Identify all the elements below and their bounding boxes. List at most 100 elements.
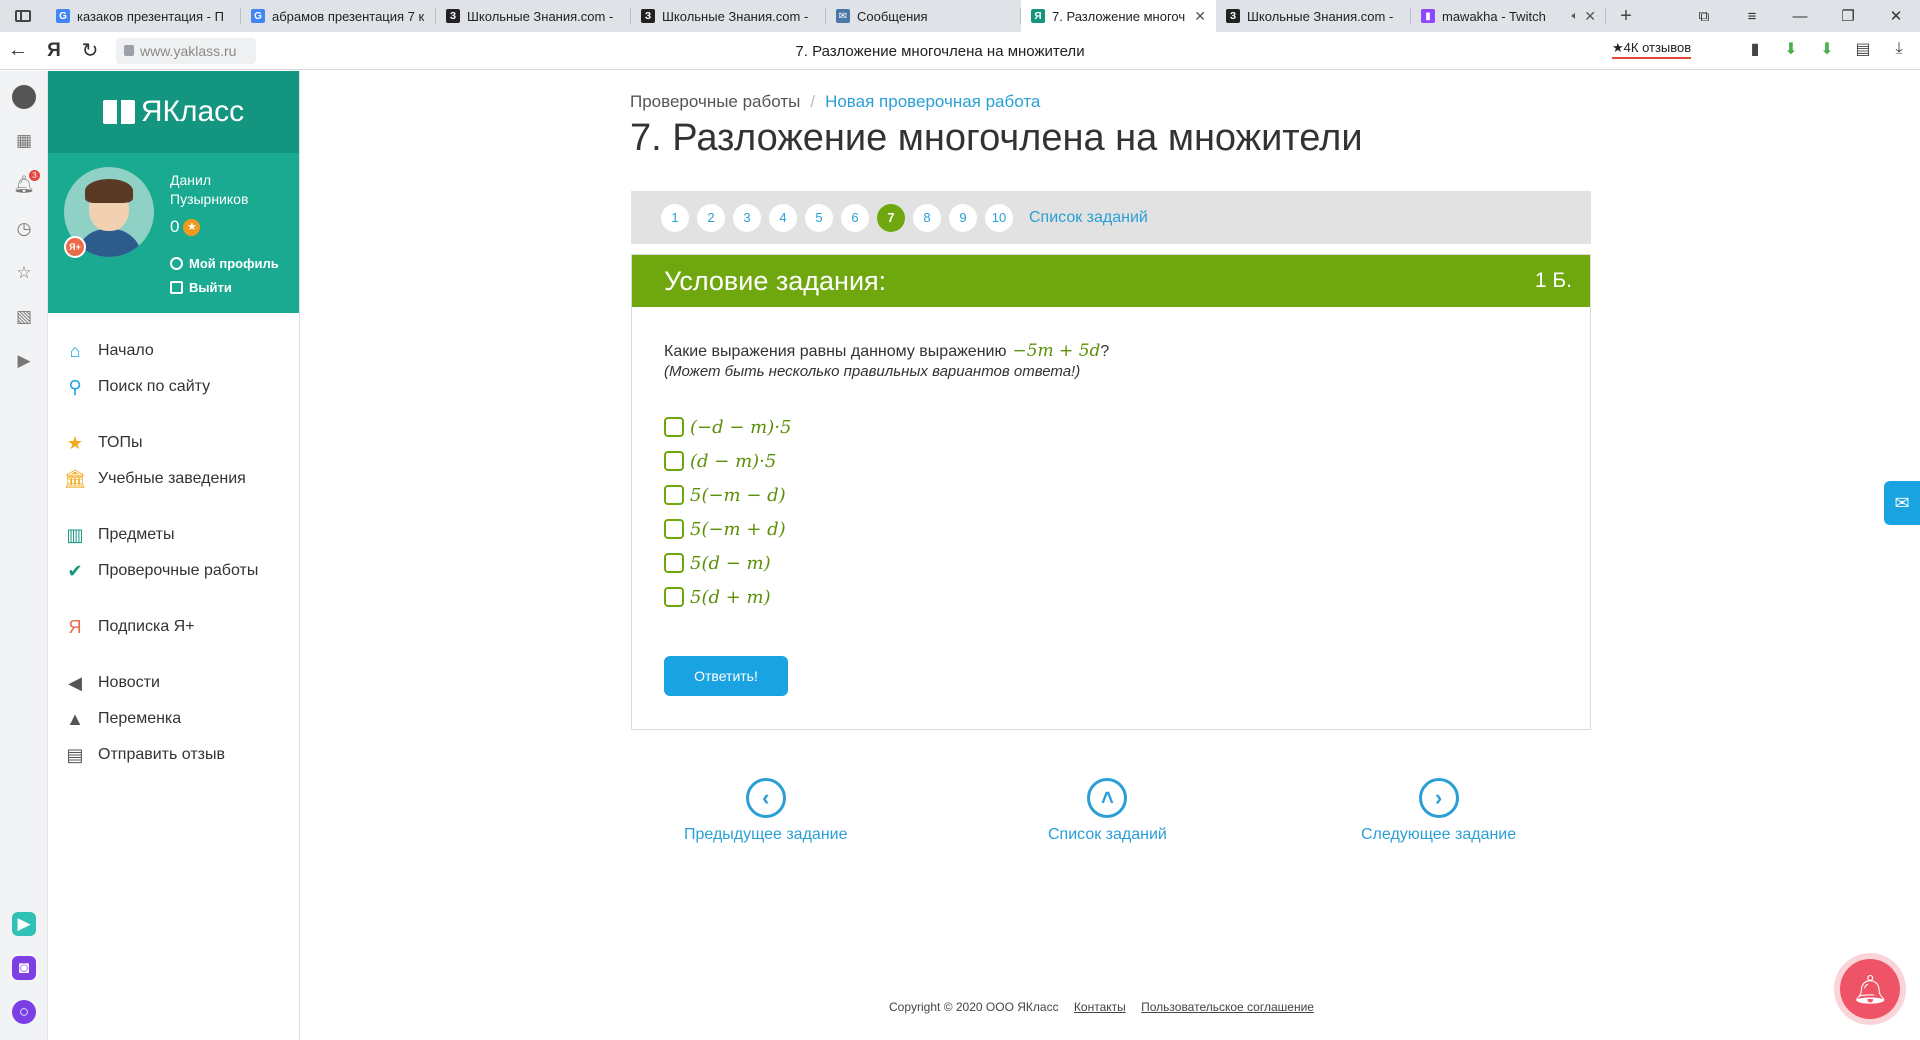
yandex-logo-button[interactable]: Я [36,32,72,70]
page-number-button[interactable]: 8 [913,203,941,232]
browser-tab[interactable]: З Школьные Знания.com - [436,0,631,32]
page-number-button[interactable]: 9 [949,203,977,232]
sidebar-item[interactable]: ◀ Новости [48,665,299,701]
video-icon[interactable]: ▶ [12,349,36,373]
user-agreement-link[interactable]: Пользовательское соглашение [1141,1000,1314,1014]
option-checkbox[interactable] [664,519,684,539]
browser-tab[interactable]: ▮ mawakha - Twitch 🔈︎ ✕ [1411,0,1606,32]
download-arrow-icon[interactable]: ⬇ [1780,38,1802,60]
browser-tab[interactable]: З Школьные Знания.com - [1216,0,1411,32]
breadcrumb-parent[interactable]: Проверочные работы [630,92,800,111]
sidebar-item[interactable]: ⌂ Начало [48,333,299,369]
my-profile-label: Мой профиль [189,256,279,271]
close-tab-icon[interactable]: ✕ [1194,8,1206,25]
page-number-button[interactable]: 7 [877,203,905,232]
page-number-button[interactable]: 3 [733,203,761,232]
answer-option[interactable]: (−d − m)·5 [664,410,1558,444]
question-end: ? [1100,343,1110,360]
notification-bell-button[interactable]: 🔔︎ [1840,959,1900,1019]
sidebar-item[interactable]: Я Подписка Я+ [48,609,299,645]
notifications-icon[interactable]: 🔔︎ 3 [12,170,40,197]
reload-button[interactable]: ↻ [72,32,108,70]
favicon-icon: ▮ [1421,9,1435,23]
sidebar-item[interactable]: ▤ Отправить отзыв [48,737,299,773]
sidebar-item[interactable]: ▲ Переменка [48,701,299,737]
sidebar-toggle-button[interactable] [0,0,46,32]
option-checkbox[interactable] [664,417,684,437]
extension-icon[interactable]: ⬇ [1816,38,1838,60]
contacts-link[interactable]: Контакты [1074,1000,1126,1014]
answer-option[interactable]: 5(d + m) [664,580,1558,614]
site-sidebar: ЯКласс Я+ Данил Пузырников 0 ★ Мой профи… [48,71,300,1040]
account-avatar[interactable] [12,85,36,109]
task-list-link[interactable]: Список заданий [1029,209,1148,227]
page-numbers: 1 2 3 4 5 6 7 8 9 10 [661,203,1021,232]
browser-tab[interactable]: З Школьные Знания.com - [631,0,826,32]
feedback-mail-button[interactable]: ✉ [1884,481,1920,525]
apps-grid-icon[interactable]: ▦ [12,129,36,153]
collections-icon[interactable]: ⧉ [1680,8,1728,25]
sidebar-item-label: Новости [98,674,160,691]
reader-icon[interactable]: ▤ [1852,38,1874,60]
new-tab-button[interactable]: + [1606,5,1646,28]
main-content: Проверочные работы / Новая проверочная раб… [300,71,1890,1040]
sidebar-item[interactable]: 🏛︎ Учебные заведения [48,461,299,497]
browser-tab[interactable]: ✉ Сообщения [826,0,1021,32]
page-number-button[interactable]: 4 [769,203,797,232]
option-checkbox[interactable] [664,451,684,471]
bookmark-icon[interactable]: ▮ [1744,38,1766,60]
messenger-app-icon[interactable]: ▶ [12,912,36,936]
yaklass-logo[interactable]: ЯКласс [48,71,299,153]
page-number-button[interactable]: 10 [985,203,1013,232]
history-icon[interactable]: ◷ [12,217,36,241]
previous-task-label: Предыдущее задание [684,826,848,843]
previous-task-link[interactable]: ‹ Предыдущее задание [684,778,847,844]
back-button[interactable]: ← [0,32,36,70]
music-app-icon[interactable]: ◙ [12,956,36,980]
my-profile-link[interactable]: Мой профиль [170,256,279,271]
page-number-button[interactable]: 1 [661,203,689,232]
browser-tab[interactable]: Gабрамов презентация 7 к [241,0,436,32]
page-number-button[interactable]: 5 [805,203,833,232]
tab-title: Сообщения [857,8,928,24]
page-number-button[interactable]: 6 [841,203,869,232]
answer-option[interactable]: 5(d − m) [664,546,1558,580]
chevron-right-icon: › [1418,778,1459,818]
menu-icon[interactable]: ≡ [1728,8,1776,25]
sidebar-item[interactable]: ✔ Проверочные работы [48,553,299,589]
collections-icon[interactable]: ▧ [12,305,36,329]
close-window-button[interactable]: ✕ [1872,7,1920,25]
sidebar-item-label: Поиск по сайту [98,378,211,395]
browser-tab[interactable]: Я 7. Разложение многоч ✕ [1021,0,1216,32]
task-card: Условие задания: 1 Б. Какие выражения ра… [631,254,1591,730]
browser-tab[interactable]: Gказаков презентация - П [46,0,241,32]
sidebar-item[interactable]: ⚲ Поиск по сайту [48,369,299,405]
logo-text: ЯКласс [140,95,245,128]
option-checkbox[interactable] [664,587,684,607]
logout-link[interactable]: Выйти [170,280,232,295]
option-checkbox[interactable] [664,485,684,505]
task-list-nav-link[interactable]: ˄ Список заданий [1048,778,1167,844]
option-checkbox[interactable] [664,553,684,573]
speaker-icon[interactable]: 🔈︎ [1572,10,1579,23]
page-number-button[interactable]: 2 [697,203,725,232]
favicon-icon: G [251,9,265,23]
next-task-link[interactable]: › Следующее задание [1361,778,1516,844]
close-tab-icon[interactable]: ✕ [1584,8,1596,25]
breadcrumb-current[interactable]: Новая проверочная работа [825,92,1040,111]
submit-answer-button[interactable]: Ответить! [664,656,788,696]
answer-option[interactable]: 5(−m − d) [664,478,1558,512]
alice-assistant-icon[interactable]: ○ [12,1000,36,1024]
restore-button[interactable]: ❐ [1824,7,1872,25]
minimize-button[interactable]: — [1776,8,1824,25]
answer-option[interactable]: 5(−m + d) [664,512,1558,546]
tab-strip: Gказаков презентация - П Gабрамов презент… [46,0,1606,32]
answer-option[interactable]: (d − m)·5 [664,444,1558,478]
sidebar-item[interactable]: ▥ Предметы [48,517,299,553]
downloads-icon[interactable]: ⤓ [1888,38,1910,60]
reviews-button[interactable]: ★4К отзывов [1612,40,1692,59]
favorites-icon[interactable]: ☆ [12,261,36,285]
sidebar-item[interactable]: ★ ТОПы [48,425,299,461]
url-field[interactable]: www.yaklass.ru [116,37,256,64]
browser-side-panel: ▦ 🔔︎ 3 ◷ ☆ ▧ ▶ ▶ ◙ ○ [0,71,48,1040]
